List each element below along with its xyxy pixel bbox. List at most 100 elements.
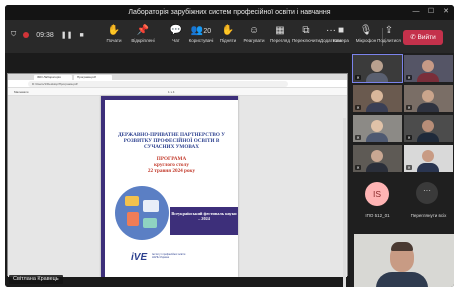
mic-off-icon: ✕ <box>355 165 361 170</box>
pdf-viewer[interactable]: ДЕРЖАВНО-ПРИВАТНЕ ПАРТНЕРСТВО У РОЗВИТКУ… <box>8 96 347 287</box>
pause-icon[interactable]: ❚❚ <box>61 31 73 39</box>
view-grid-icon: ▦ <box>275 25 285 36</box>
participant-body <box>417 133 439 142</box>
self-body <box>376 272 428 287</box>
participants-grid: ✕ ✕ ✕ ✕ ✕ ✕ ✕ ✕ ІS ІПО 512_01 ··· Перегл… <box>352 53 454 287</box>
browser-window: ІМО Лабораторія Програма.pdf D:/Users/1/… <box>7 73 348 287</box>
raise-hand-button[interactable]: ✋ Підняти <box>215 23 241 51</box>
camera-icon: ■ <box>337 25 345 36</box>
participant-tile[interactable]: ✕ <box>404 55 453 82</box>
leave-label: Вийти <box>417 34 436 41</box>
illus-shape <box>127 212 139 226</box>
ellipsis-icon: ··· <box>423 186 431 195</box>
end-icon[interactable]: ■ <box>80 32 84 39</box>
shield-icon: ⛉ <box>11 31 17 38</box>
pin-icon: 📌 <box>136 25 150 36</box>
phone-icon: ✆ <box>410 34 416 41</box>
presenter-name: Світлана Кравець <box>9 275 63 284</box>
people-button[interactable]: 👥20 Користувачі <box>188 23 214 51</box>
participant-count: 20 <box>203 28 212 35</box>
participant-tile[interactable]: ✕ <box>404 145 453 172</box>
pdf-scrollbar[interactable] <box>343 118 346 287</box>
participant-body <box>366 103 388 112</box>
url-field[interactable]: D:/Users/1/Desktop/Програма.pdf <box>28 81 288 87</box>
switch-button[interactable]: ⧉ Переключити <box>292 23 320 51</box>
illus-shape <box>125 196 139 206</box>
draw-tool-label[interactable]: Малювати <box>14 90 28 94</box>
people-icon: 👥 <box>190 25 204 36</box>
participant-tile[interactable]: ✕ <box>353 145 402 172</box>
participant-tile[interactable]: ✕ <box>353 115 402 142</box>
recording-icon <box>23 32 30 38</box>
participant-body <box>366 73 388 82</box>
self-video-tile[interactable] <box>354 234 454 287</box>
maximize-icon[interactable]: ☐ <box>425 7 437 17</box>
shared-screen: ІМО Лабораторія Програма.pdf D:/Users/1/… <box>5 53 350 287</box>
address-bar: D:/Users/1/Desktop/Програма.pdf <box>8 80 347 88</box>
title-bar: Лабораторія зарубіжних систем професійно… <box>5 5 454 20</box>
participant-tile[interactable]: ✕ <box>404 115 453 142</box>
start-button[interactable]: ✋ Почати <box>101 23 127 51</box>
participant-head <box>371 120 383 132</box>
participant-head <box>371 90 383 102</box>
meeting-toolbar: ⛉ 09:38 ❚❚ ■ ✋ Почати 📌 Відкріплені 💬 Ча… <box>5 20 454 53</box>
illus-shape <box>143 218 157 228</box>
chat-icon: 💬 <box>169 25 183 36</box>
participant-head <box>422 150 434 162</box>
participant-body <box>417 163 439 172</box>
participant-head <box>371 150 383 162</box>
illus-shape <box>143 200 159 212</box>
mic-off-icon: ✕ <box>355 105 361 110</box>
pinned-button[interactable]: 📌 Відкріплені <box>130 23 156 51</box>
share-icon: ⇪ <box>384 25 394 36</box>
minimize-icon[interactable]: — <box>410 7 422 17</box>
mic-off-icon: ✕ <box>406 165 412 170</box>
participant-tile[interactable]: ✕ <box>353 85 402 112</box>
mic-off-icon: ✕ <box>355 135 361 140</box>
mic-off-icon: ✕ <box>406 105 412 110</box>
mic-off-icon: ✕ <box>355 75 361 80</box>
mic-off-icon: ✕ <box>406 75 412 80</box>
more-participants-button[interactable]: ··· <box>416 182 438 204</box>
mic-off-icon: ✕ <box>406 135 412 140</box>
page-top-band <box>105 96 238 100</box>
react-button[interactable]: ☺ Реагувати <box>241 23 267 51</box>
participant-body <box>366 163 388 172</box>
avatar: ІS <box>365 182 389 206</box>
program-block: ПРОГРАМА круглого столу 22 травня 2024 р… <box>111 156 232 175</box>
ive-logo: iVE <box>131 252 148 263</box>
participant-name: ІПО 512_01 <box>365 213 390 218</box>
participant-tile[interactable]: ✕ <box>404 85 453 112</box>
camera-button[interactable]: ■ Камера <box>328 23 354 51</box>
smile-icon: ☺ <box>248 25 260 36</box>
participant-head <box>422 120 434 132</box>
self-hair <box>391 242 413 251</box>
page-border-band <box>101 96 105 277</box>
participant-tile[interactable]: ✕ <box>352 54 403 83</box>
chat-button[interactable]: 💬 Чат <box>163 23 189 51</box>
pdf-toolbar: Малювати 1 з 4 <box>8 88 347 96</box>
leave-button[interactable]: ✆ Вийти <box>403 30 443 45</box>
participant-head <box>371 60 383 72</box>
raise-hand-icon: ✋ <box>221 25 235 36</box>
festival-banner: Всеукраїнський фестиваль науки – 2024 <box>170 207 238 235</box>
logo-subtitle: Інститут професійної освіти НАПН України <box>152 253 186 259</box>
meeting-title: Лабораторія зарубіжних систем професійно… <box>128 9 331 16</box>
event-date: 22 травня 2024 року <box>147 168 196 175</box>
share-button[interactable]: ⇪ Поділитися <box>376 23 402 51</box>
cover-illustration <box>115 186 169 240</box>
meeting-timer: 09:38 <box>36 31 54 39</box>
participant-body <box>417 103 439 112</box>
rooms-icon: ⧉ <box>302 25 310 36</box>
participant-head <box>422 90 434 102</box>
participant-head <box>422 60 434 72</box>
document-title: ДЕРЖАВНО-ПРИВАТНЕ ПАРТНЕРСТВО У РОЗВИТКУ… <box>117 132 226 151</box>
view-all-label[interactable]: Переглянути всіх <box>404 213 453 218</box>
view-button[interactable]: ▦ Перегляд <box>267 23 293 51</box>
page-indicator: 1 з 4 <box>168 90 175 94</box>
participant-body <box>366 133 388 142</box>
hand-icon: ✋ <box>107 25 121 36</box>
participant-body <box>417 73 439 82</box>
participant-avatar-tile[interactable]: ІS ІПО 512_01 <box>353 177 402 227</box>
close-icon[interactable]: ✕ <box>440 7 452 17</box>
